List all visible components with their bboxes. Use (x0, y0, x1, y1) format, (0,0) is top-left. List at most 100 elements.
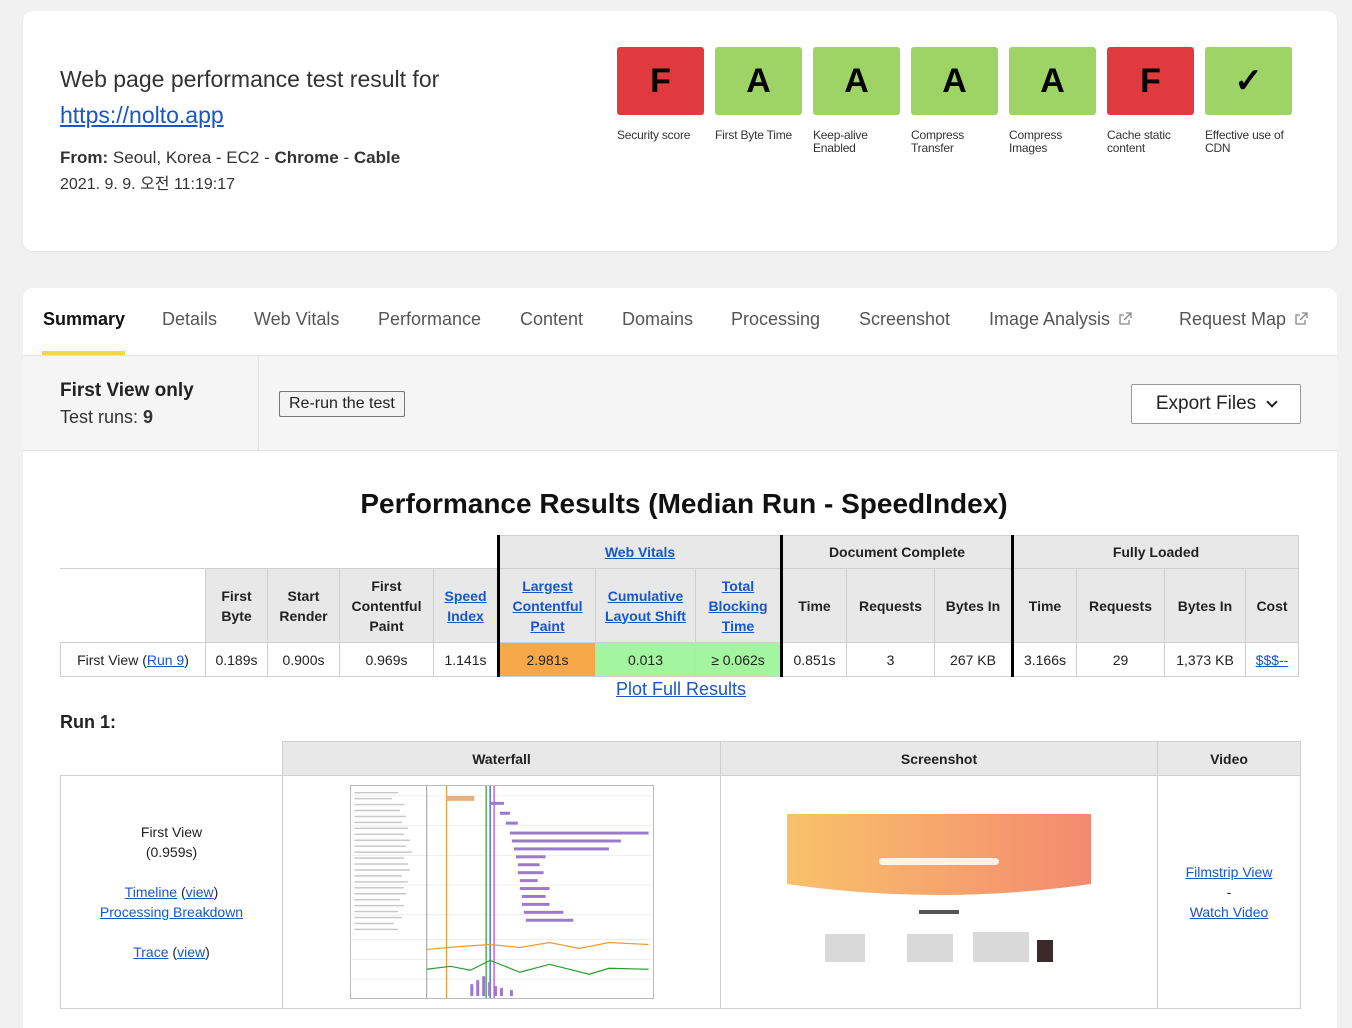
tab-performance[interactable]: Performance (378, 308, 481, 330)
cell-dc-time: 0.851s (780, 642, 847, 677)
grade-label: Cache static content (1107, 128, 1171, 155)
grade-badge: F (617, 47, 704, 115)
grade-compress-transfer[interactable]: A Compress Transfer (911, 47, 998, 155)
col-fcp: First Contentful Paint (339, 568, 434, 643)
run-link[interactable]: Run 9 (147, 652, 184, 668)
tab-processing[interactable]: Processing (731, 308, 820, 330)
tab-request-map[interactable]: Request Map (1179, 308, 1308, 330)
filmstrip-row: Filmstrip View (1158, 862, 1300, 882)
document-complete-header: Document Complete (780, 535, 1013, 569)
grade-badge: A (715, 47, 802, 115)
web-vitals-header: Web Vitals (497, 535, 782, 569)
grade-badge: A (813, 47, 900, 115)
col-cost: Cost (1245, 568, 1299, 643)
video-cell: Filmstrip View - Watch Video (1157, 775, 1301, 1009)
first-view-only-label: First View only (60, 380, 194, 401)
watch-video-link[interactable]: Watch Video (1190, 904, 1269, 920)
processing-row: Processing Breakdown (61, 902, 282, 922)
tab-image-analysis[interactable]: Image Analysis (989, 308, 1132, 330)
cell-first-byte: 0.189s (205, 642, 268, 677)
grade-label: Security score (617, 128, 691, 142)
screenshot-header: Screenshot (720, 741, 1158, 776)
cell-dc-bytes: 267 KB (934, 642, 1013, 677)
lcp-link[interactable]: Largest Contentful Paint (513, 578, 583, 634)
grade-list: F Security score A First Byte Time A Kee… (617, 47, 1292, 155)
cell-lcp: 2.981s (497, 642, 596, 677)
from-location: Seoul, Korea - EC2 - (112, 148, 270, 167)
filmstrip-view-link[interactable]: Filmstrip View (1186, 864, 1273, 880)
web-vitals-link[interactable]: Web Vitals (605, 544, 675, 560)
timeline-links: Timeline (view) (124, 884, 219, 900)
cls-link[interactable]: Cumulative Layout Shift (605, 588, 686, 624)
grade-compress-images[interactable]: A Compress Images (1009, 47, 1096, 155)
grade-badge: A (911, 47, 998, 115)
run-info-cell: First View (0.959s) Timeline (view) Proc… (60, 775, 283, 1009)
fully-loaded-header: Fully Loaded (1011, 535, 1299, 569)
trace-link[interactable]: Trace (133, 944, 168, 960)
video-header: Video (1157, 741, 1301, 776)
grade-badge: ✓ (1205, 47, 1292, 115)
waterfall-thumbnail[interactable] (349, 785, 654, 999)
grade-label: Effective use of CDN (1205, 128, 1284, 155)
screenshot-thumbnail[interactable] (787, 814, 1091, 970)
export-files-button[interactable]: Export Files (1131, 384, 1301, 424)
trace-links: Trace (view) (133, 944, 210, 960)
from-browser: Chrome (274, 148, 339, 167)
from-label: From: (60, 148, 109, 167)
processing-breakdown-link[interactable]: Processing Breakdown (100, 904, 243, 920)
screenshot-cell (720, 775, 1158, 1009)
col-fl-requests: Requests (1076, 568, 1165, 643)
external-link-icon (1295, 312, 1308, 325)
grade-label: Keep-alive Enabled (813, 128, 868, 155)
rerun-test-button[interactable]: Re-run the test (279, 391, 405, 417)
tab-details[interactable]: Details (162, 308, 217, 330)
col-lcp: Largest Contentful Paint (497, 568, 596, 643)
first-view-time: (0.959s) (145, 844, 198, 860)
tab-domains[interactable]: Domains (622, 308, 693, 330)
trace-view-link[interactable]: view (177, 944, 205, 960)
cell-fl-time: 3.166s (1011, 642, 1077, 677)
from-separator: - (343, 148, 350, 167)
test-date: 2021. 9. 9. 오전 11:19:17 (60, 176, 236, 193)
col-fl-bytes: Bytes In (1164, 568, 1246, 643)
tab-summary[interactable]: Summary (43, 308, 125, 330)
performance-results-title: Performance Results (Median Run - SpeedI… (360, 488, 1008, 519)
plot-full-results-link[interactable]: Plot Full Results (23, 679, 1337, 700)
col-speed-index: Speed Index (433, 568, 499, 643)
tab-screenshot[interactable]: Screenshot (859, 308, 950, 330)
tab-bar: Summary Details Web Vitals Performance C… (23, 288, 1337, 356)
cell-cls: 0.013 (595, 642, 696, 677)
tested-url-link[interactable]: https://nolto.app (60, 100, 224, 130)
grade-security[interactable]: F Security score (617, 47, 704, 155)
col-fl-time: Time (1011, 568, 1077, 643)
speed-index-link[interactable]: Speed Index (444, 588, 486, 624)
result-header-card: Web page performance test result for htt… (23, 11, 1337, 251)
grade-first-byte[interactable]: A First Byte Time (715, 47, 802, 155)
grade-badge: A (1009, 47, 1096, 115)
table-row: First View (Run 9) 0.189s 0.900s 0.969s … (60, 642, 1299, 677)
performance-results-table: Web Vitals Document Complete Fully Loade… (60, 535, 1299, 677)
blank-header (60, 535, 499, 569)
col-dc-requests: Requests (846, 568, 935, 643)
grade-cache-static[interactable]: F Cache static content (1107, 47, 1194, 155)
cell-fcp: 0.969s (339, 642, 434, 677)
tab-content[interactable]: Content (520, 308, 583, 330)
tab-web-vitals[interactable]: Web Vitals (254, 308, 339, 330)
grade-badge: F (1107, 47, 1194, 115)
timeline-link[interactable]: Timeline (125, 884, 177, 900)
cell-fl-bytes: 1,373 KB (1164, 642, 1246, 677)
run-label: Run 1: (60, 712, 116, 732)
grade-label: Compress Images (1009, 128, 1063, 155)
cell-cost: $$$-- (1245, 642, 1299, 677)
cost-link[interactable]: $$$-- (1256, 652, 1289, 668)
tbt-link[interactable]: Total Blocking Time (708, 578, 767, 634)
watch-video-row: Watch Video (1158, 902, 1300, 922)
waterfall-header: Waterfall (282, 741, 721, 776)
grade-keep-alive[interactable]: A Keep-alive Enabled (813, 47, 900, 155)
col-start-render: Start Render (267, 568, 340, 643)
blank-header (60, 741, 283, 776)
row-label-end: ) (184, 651, 189, 668)
grade-cdn[interactable]: ✓ Effective use of CDN (1205, 47, 1292, 155)
first-view-label: First View (140, 824, 203, 840)
timeline-view-link[interactable]: view (186, 884, 214, 900)
